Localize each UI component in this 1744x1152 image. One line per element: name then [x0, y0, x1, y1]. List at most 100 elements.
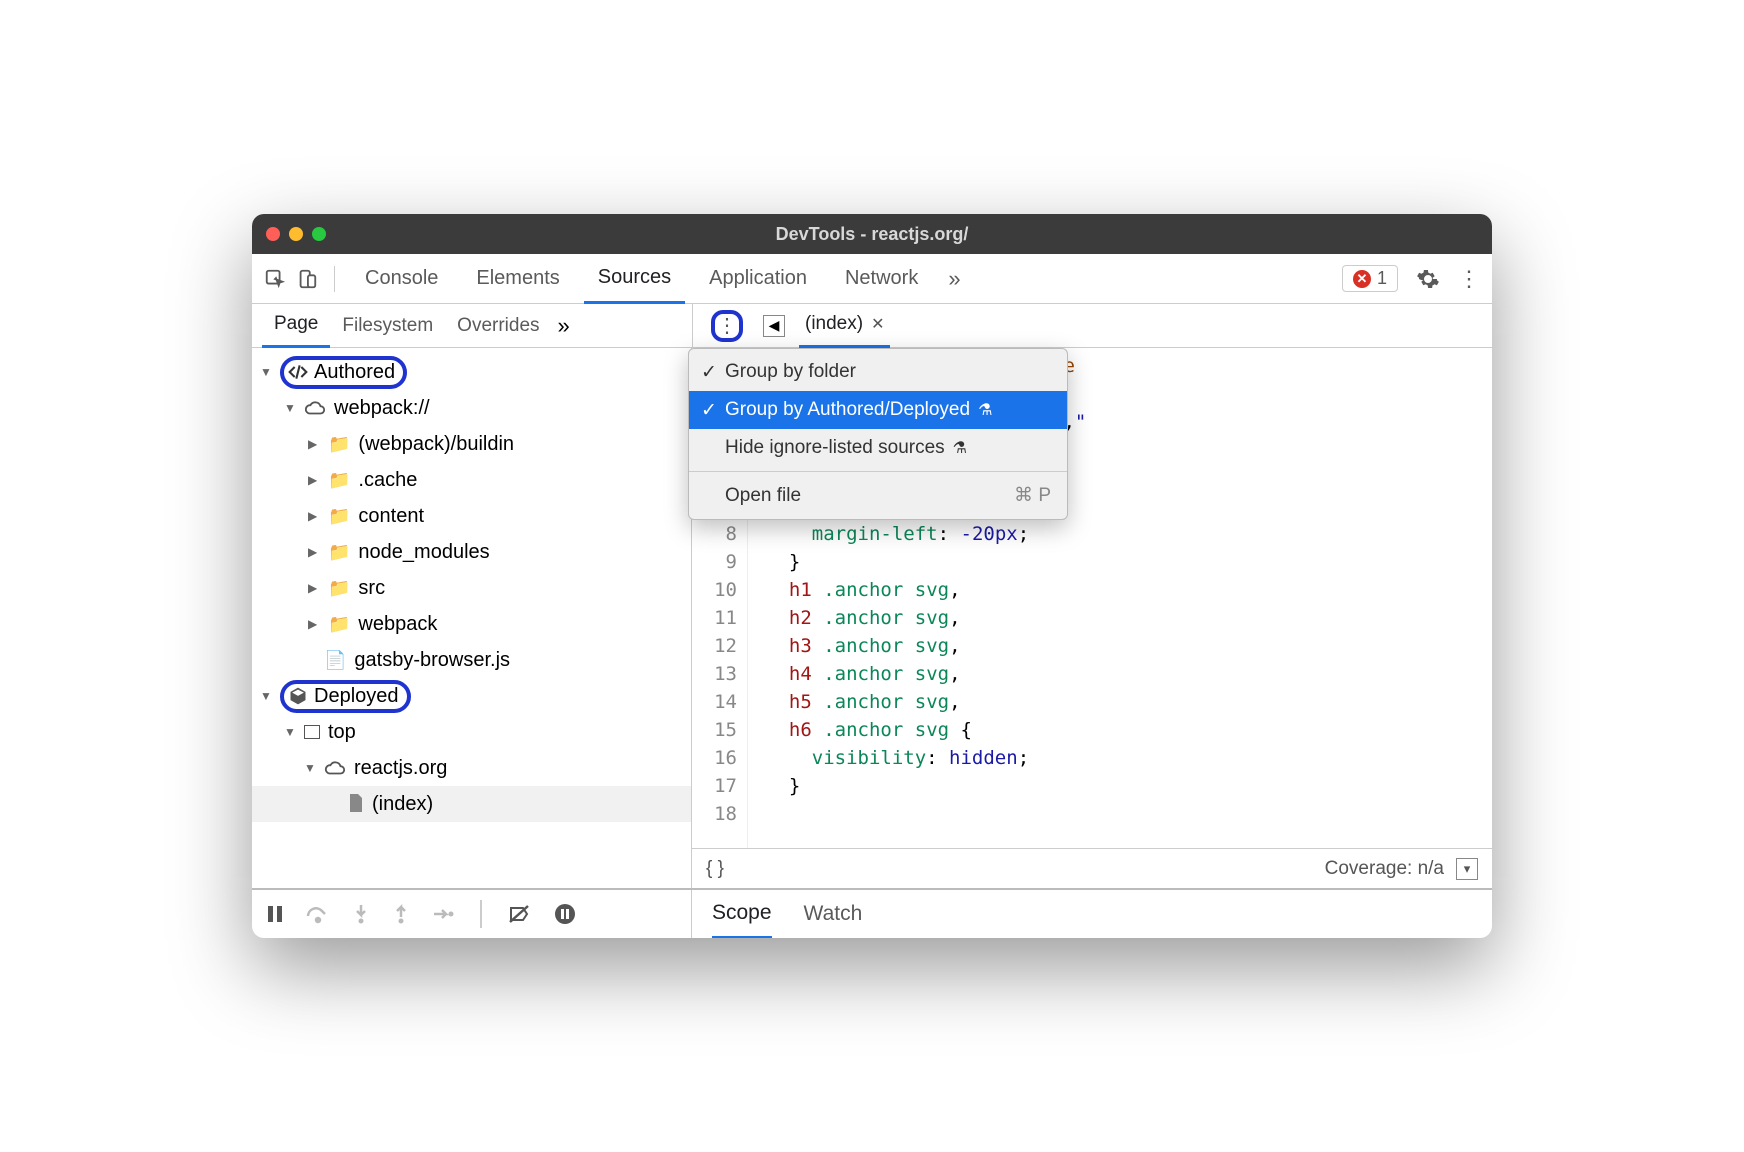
- step-over-icon[interactable]: [306, 904, 330, 924]
- tree-label: node_modules: [358, 541, 489, 564]
- menu-label: Group by Authored/Deployed: [725, 399, 970, 421]
- flask-icon: ⚗: [953, 438, 967, 458]
- step-into-icon[interactable]: [352, 903, 370, 925]
- tab-application[interactable]: Application: [695, 254, 821, 304]
- panel-body: ▼ Authored ▼ webpack:// ▶📁(webpack)/buil…: [252, 348, 1492, 888]
- settings-icon[interactable]: [1416, 267, 1440, 291]
- devtools-window: DevTools - reactjs.org/ Console Elements…: [252, 214, 1492, 938]
- frame-icon: [304, 725, 320, 739]
- inspect-icon[interactable]: [264, 268, 286, 290]
- tree-label: reactjs.org: [354, 757, 447, 780]
- menu-open-file[interactable]: Open file ⌘ P: [689, 476, 1067, 515]
- chevron-right-icon: ▶: [308, 473, 320, 487]
- deactivate-breakpoints-icon[interactable]: [508, 904, 532, 924]
- chevron-right-icon: ▶: [308, 617, 320, 631]
- cloud-icon: [324, 760, 346, 776]
- titlebar: DevTools - reactjs.org/: [252, 214, 1492, 254]
- subtab-filesystem[interactable]: Filesystem: [330, 304, 445, 348]
- tree-label: top: [328, 721, 356, 744]
- document-icon: [348, 794, 364, 814]
- window-title: DevTools - reactjs.org/: [252, 224, 1492, 245]
- kebab-menu-icon[interactable]: ⋮: [1458, 266, 1480, 292]
- subtab-page[interactable]: Page: [262, 304, 330, 348]
- more-subtabs-icon[interactable]: »: [558, 313, 570, 339]
- pretty-print-button[interactable]: { }: [706, 858, 724, 880]
- flask-icon: ⚗: [978, 400, 992, 420]
- tab-sources[interactable]: Sources: [584, 254, 685, 304]
- folder-icon: 📁: [328, 470, 350, 491]
- chevron-down-icon: ▼: [260, 689, 272, 703]
- check-icon: ✓: [701, 399, 717, 422]
- package-icon: [288, 686, 308, 706]
- scope-tabs: Scope Watch: [692, 890, 882, 938]
- tree-label: src: [358, 577, 385, 600]
- check-icon: ✓: [701, 361, 717, 384]
- tree-label: (index): [372, 793, 433, 816]
- separator: [334, 266, 335, 292]
- tree-folder[interactable]: ▶ 📁 webpack: [252, 606, 691, 642]
- context-menu: ✓Group by folder ✓ Group by Authored/Depl…: [688, 348, 1068, 520]
- collapse-icon[interactable]: ▾: [1456, 858, 1478, 880]
- bottom-panel: Scope Watch: [252, 888, 1492, 938]
- tree-folder[interactable]: ▶📁(webpack)/buildin: [252, 426, 691, 462]
- tab-elements[interactable]: Elements: [462, 254, 573, 304]
- tree-group-deployed[interactable]: ▼ Deployed: [252, 678, 691, 714]
- tree-folder[interactable]: ▶📁content: [252, 498, 691, 534]
- more-tabs-icon[interactable]: »: [948, 266, 960, 292]
- pause-icon[interactable]: [266, 904, 284, 924]
- main-toolbar: Console Elements Sources Application Net…: [252, 254, 1492, 304]
- tab-watch[interactable]: Watch: [804, 889, 863, 938]
- chevron-right-icon: ▶: [308, 545, 320, 559]
- error-badge[interactable]: ✕ 1: [1342, 265, 1398, 292]
- file-tab-index[interactable]: (index) ✕: [799, 304, 890, 348]
- coverage-label: Coverage: n/a: [1325, 858, 1444, 880]
- tab-scope[interactable]: Scope: [712, 889, 772, 938]
- error-icon: ✕: [1353, 270, 1371, 288]
- pause-on-exceptions-icon[interactable]: [554, 903, 576, 925]
- tree-label: webpack://: [334, 397, 430, 420]
- tree-label: content: [358, 505, 424, 528]
- chevron-down-icon: ▼: [260, 365, 272, 379]
- menu-label: Hide ignore-listed sources: [725, 437, 945, 459]
- tree-webpack[interactable]: ▼ webpack://: [252, 390, 691, 426]
- authored-label: Authored: [314, 361, 395, 384]
- js-file-icon: 📄: [324, 650, 346, 671]
- menu-hide-ignore-listed[interactable]: Hide ignore-listed sources ⚗: [689, 429, 1067, 467]
- tree-label: .cache: [358, 469, 417, 492]
- shortcut-label: ⌘ P: [1014, 484, 1051, 507]
- tree-label: gatsby-browser.js: [354, 649, 510, 672]
- tab-network[interactable]: Network: [831, 254, 932, 304]
- close-tab-icon[interactable]: ✕: [871, 314, 884, 334]
- deployed-label: Deployed: [314, 685, 399, 708]
- tree-group-authored[interactable]: ▼ Authored: [252, 354, 691, 390]
- menu-group-by-folder[interactable]: ✓Group by folder: [689, 353, 1067, 391]
- cloud-icon: [304, 400, 326, 416]
- toggle-nav-pane-icon[interactable]: ◀: [763, 315, 785, 337]
- subtab-overrides[interactable]: Overrides: [445, 304, 551, 348]
- tab-console[interactable]: Console: [351, 254, 452, 304]
- tree-index-file[interactable]: (index): [252, 786, 691, 822]
- more-options-button[interactable]: ⋮: [711, 310, 743, 342]
- tree-folder[interactable]: ▶ 📁 .cache: [252, 462, 691, 498]
- folder-icon: 📁: [328, 542, 350, 563]
- folder-icon: 📁: [328, 614, 350, 635]
- folder-icon: 📁: [328, 434, 350, 455]
- file-tree[interactable]: ▼ Authored ▼ webpack:// ▶📁(webpack)/buil…: [252, 348, 692, 888]
- tree-file[interactable]: 📄 gatsby-browser.js: [252, 642, 691, 678]
- step-icon[interactable]: [432, 906, 454, 922]
- tree-label: webpack: [358, 613, 437, 636]
- tree-folder[interactable]: ▶📁src: [252, 570, 691, 606]
- code-editor[interactable]: ✓Group by folder ✓ Group by Authored/Depl…: [692, 348, 1492, 888]
- device-toggle-icon[interactable]: [296, 268, 318, 290]
- chevron-down-icon: ▼: [304, 761, 316, 775]
- chevron-right-icon: ▶: [308, 581, 320, 595]
- step-out-icon[interactable]: [392, 903, 410, 925]
- menu-group-by-authored[interactable]: ✓ Group by Authored/Deployed ⚗: [689, 391, 1067, 429]
- debugger-controls: [252, 890, 692, 938]
- tree-top[interactable]: ▼ top: [252, 714, 691, 750]
- menu-label: Open file: [725, 485, 801, 507]
- code-icon: [288, 362, 308, 382]
- tree-folder[interactable]: ▶ 📁 node_modules: [252, 534, 691, 570]
- chevron-down-icon: ▼: [284, 401, 296, 415]
- tree-domain[interactable]: ▼ reactjs.org: [252, 750, 691, 786]
